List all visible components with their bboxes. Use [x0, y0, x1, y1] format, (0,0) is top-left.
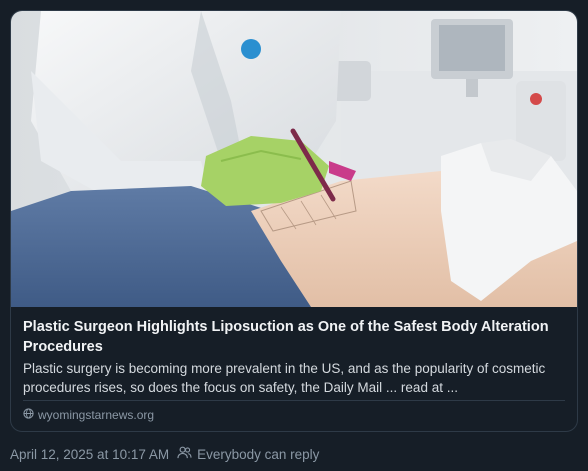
link-preview-text: Plastic Surgeon Highlights Liposuction a… [23, 317, 565, 397]
post-timestamp[interactable]: April 12, 2025 at 10:17 AM [10, 446, 169, 464]
reply-setting-label: Everybody can reply [197, 447, 320, 462]
reply-setting[interactable]: Everybody can reply [177, 446, 319, 464]
globe-icon [23, 407, 34, 423]
link-preview-image[interactable] [11, 11, 577, 307]
post-meta: April 12, 2025 at 10:17 AM Everybody can… [10, 446, 319, 464]
link-preview-card[interactable]: Plastic Surgeon Highlights Liposuction a… [10, 10, 578, 432]
link-preview-description: Plastic surgery is becoming more prevale… [23, 361, 546, 395]
link-preview-divider [23, 400, 565, 401]
link-preview-source: wyomingstarnews.org [23, 407, 154, 423]
link-preview-title[interactable]: Plastic Surgeon Highlights Liposuction a… [23, 317, 565, 357]
link-preview-domain: wyomingstarnews.org [38, 408, 155, 422]
people-icon [177, 446, 192, 464]
